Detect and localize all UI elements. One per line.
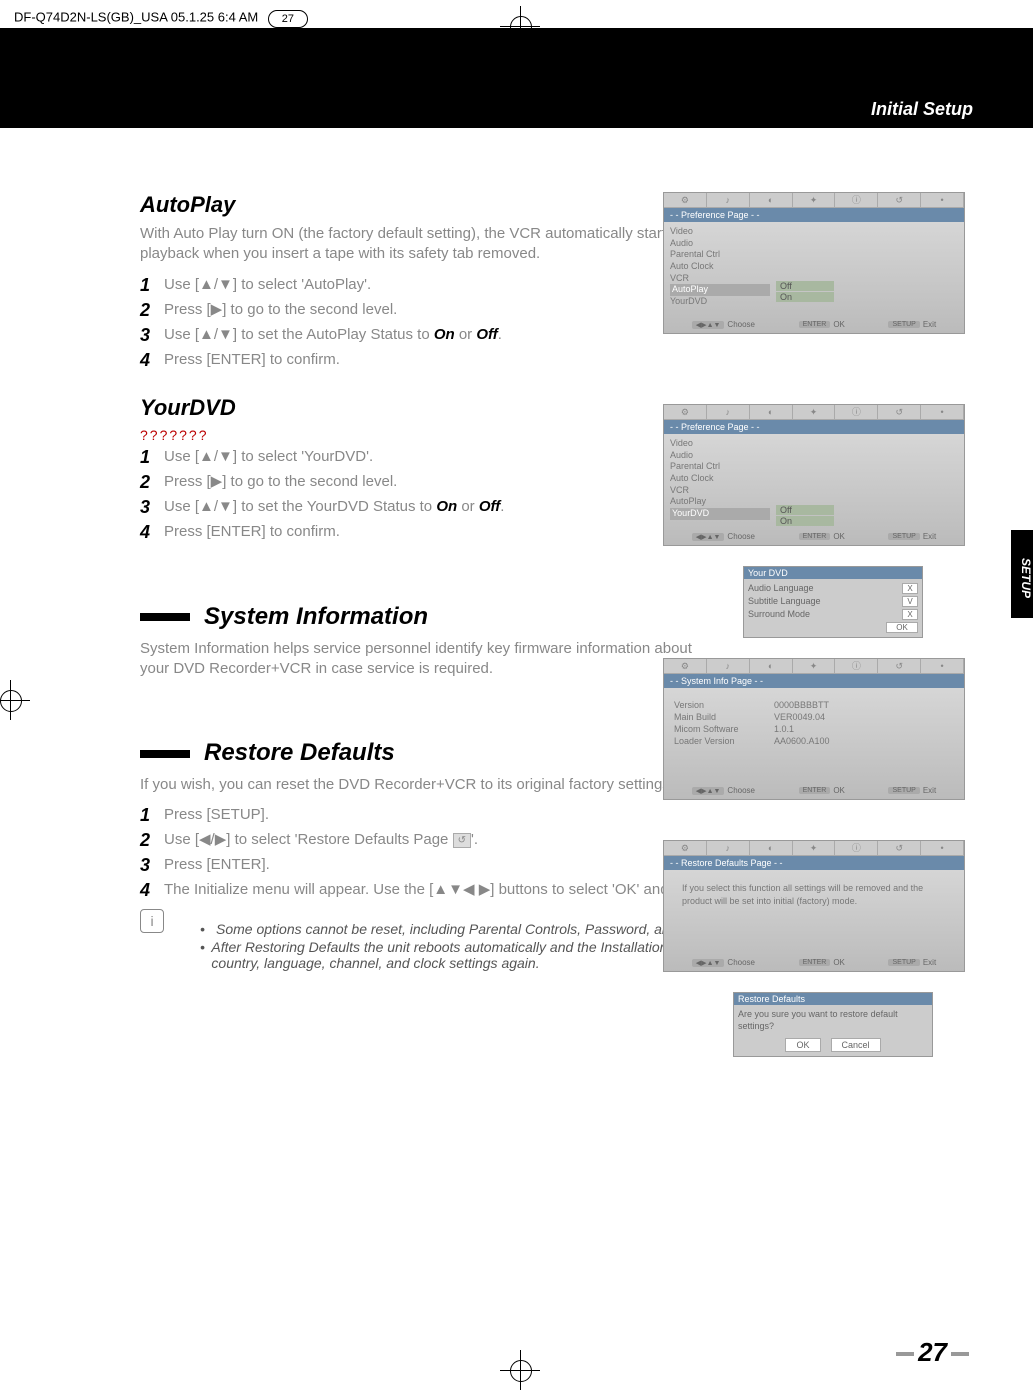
sysinfo-intro: System Information helps service personn… — [140, 639, 700, 680]
page-hint: 27 — [268, 10, 308, 28]
section-label: Initial Setup — [871, 99, 973, 120]
osd-panels: ⚙♪◐✦ⓘ↺• - - Preference Page - - VideoAud… — [663, 192, 993, 1077]
autoplay-intro: With Auto Play turn ON (the factory defa… — [140, 224, 700, 265]
popup-cancel-button[interactable]: Cancel — [831, 1038, 881, 1052]
page-number: 27 — [892, 1337, 973, 1368]
osd-restore: ⚙♪◐✦ⓘ↺• - - Restore Defaults Page - - If… — [663, 840, 965, 972]
info-icon: i — [140, 909, 164, 933]
osd-yourdvd: ⚙♪◐✦ⓘ↺• - - Preference Page - - VideoAud… — [663, 404, 965, 546]
popup-ok-button[interactable]: OK — [785, 1038, 820, 1052]
osd-autoplay: ⚙♪◐✦ⓘ↺• - - Preference Page - - VideoAud… — [663, 192, 965, 334]
black-band: Initial Setup — [0, 28, 1033, 128]
restore-icon: ↺ — [453, 833, 471, 849]
osd-sysinfo: ⚙♪◐✦ⓘ↺• - - System Info Page - - Version… — [663, 658, 965, 800]
popup-yourdvd: Your DVD Audio LanguageX Subtitle Langua… — [743, 566, 923, 638]
popup-restore: Restore Defaults Are you sure you want t… — [733, 992, 933, 1057]
restore-intro: If you wish, you can reset the DVD Recor… — [140, 775, 700, 795]
